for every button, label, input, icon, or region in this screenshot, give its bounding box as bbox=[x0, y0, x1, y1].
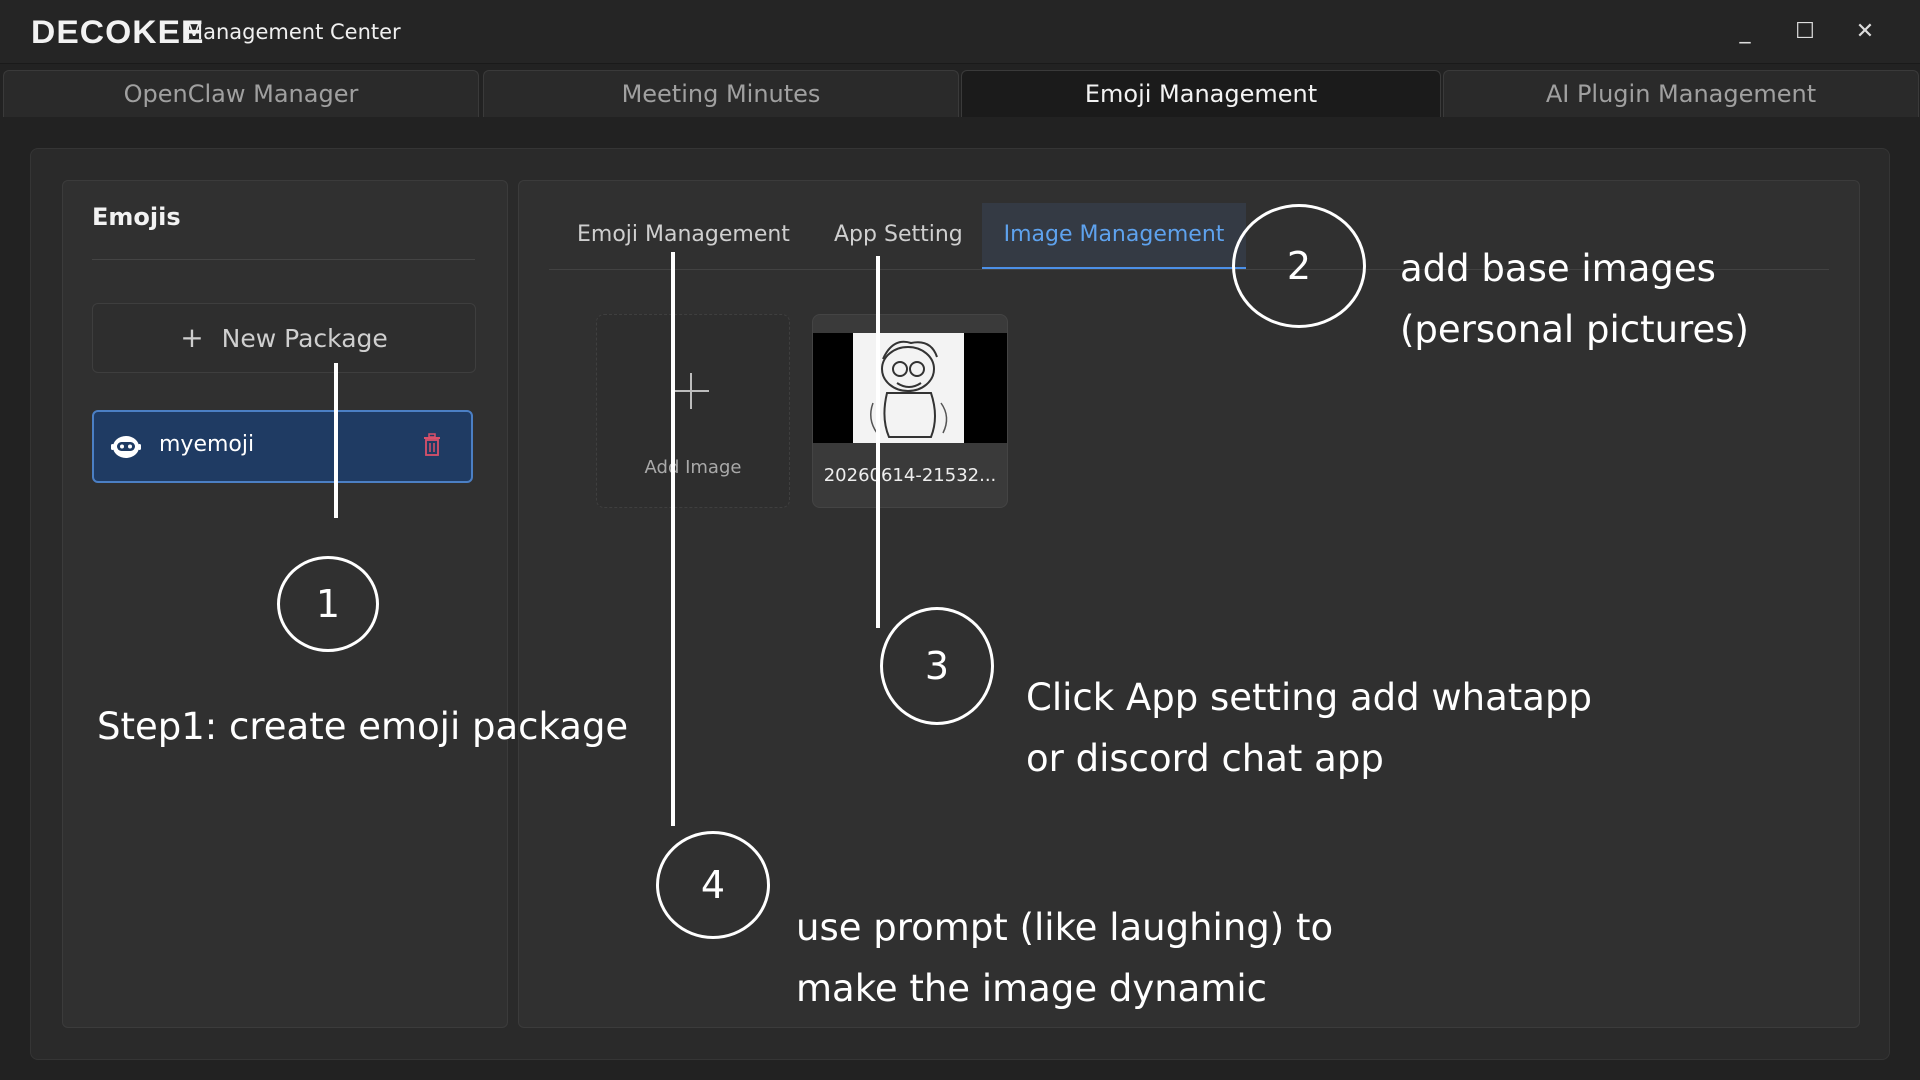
package-item-myemoji[interactable]: myemoji bbox=[92, 410, 473, 483]
subtab-app-setting[interactable]: App Setting bbox=[834, 203, 963, 267]
sidebar-divider bbox=[92, 259, 475, 260]
annotation-circle-4: 4 bbox=[656, 831, 770, 939]
annotation-step4-line2: make the image dynamic bbox=[796, 967, 1268, 1010]
plus-icon: + bbox=[180, 321, 204, 354]
plus-icon bbox=[673, 373, 709, 409]
tab-ai-plugin-management[interactable]: AI Plugin Management bbox=[1443, 70, 1919, 117]
robot-icon bbox=[111, 436, 141, 458]
new-package-button[interactable]: + New Package bbox=[92, 303, 476, 373]
tab-meeting-minutes[interactable]: Meeting Minutes bbox=[483, 70, 959, 117]
title-bar: DECOKEE Management Center _ ☐ ✕ bbox=[0, 0, 1920, 64]
image-file-name: 20260614-21532... bbox=[823, 465, 997, 486]
trash-icon[interactable] bbox=[422, 433, 442, 457]
app-logo: DECOKEE bbox=[31, 14, 205, 50]
image-card[interactable]: 20260614-21532... bbox=[812, 314, 1008, 508]
top-tab-bar: OpenClaw Manager Meeting Minutes Emoji M… bbox=[0, 70, 1920, 117]
annotation-step2-line1: add base images bbox=[1400, 247, 1716, 290]
subtab-emoji-management[interactable]: Emoji Management bbox=[577, 203, 790, 267]
cartoon-thumbnail-image bbox=[853, 333, 964, 443]
annotation-line-3 bbox=[876, 256, 880, 628]
subtab-image-management[interactable]: Image Management bbox=[982, 203, 1246, 270]
annotation-step1-text: Step1: create emoji package bbox=[97, 705, 629, 748]
tab-openclaw-manager[interactable]: OpenClaw Manager bbox=[3, 70, 479, 117]
new-package-label: New Package bbox=[221, 324, 388, 353]
annotation-step3-line1: Click App setting add whatapp bbox=[1026, 676, 1592, 719]
tab-emoji-management[interactable]: Emoji Management bbox=[961, 70, 1441, 117]
add-image-label: Add Image bbox=[644, 457, 742, 478]
annotation-circle-3: 3 bbox=[880, 607, 994, 725]
annotation-circle-2: 2 bbox=[1232, 204, 1366, 328]
annotation-line-4 bbox=[671, 252, 675, 826]
minimize-button[interactable]: _ bbox=[1725, 14, 1765, 50]
sidebar-title: Emojis bbox=[92, 203, 181, 231]
annotation-line-1 bbox=[334, 363, 338, 518]
annotation-step2-line2: (personal pictures) bbox=[1400, 308, 1749, 351]
annotation-step3-line2: or discord chat app bbox=[1026, 737, 1384, 780]
add-image-button[interactable]: Add Image bbox=[596, 314, 790, 508]
package-label: myemoji bbox=[159, 432, 255, 457]
app-window: DECOKEE Management Center _ ☐ ✕ OpenClaw… bbox=[0, 0, 1920, 1080]
annotation-step4-line1: use prompt (like laughing) to bbox=[796, 906, 1334, 949]
annotation-circle-1: 1 bbox=[277, 556, 379, 652]
close-button[interactable]: ✕ bbox=[1845, 14, 1885, 50]
maximize-button[interactable]: ☐ bbox=[1785, 14, 1825, 50]
window-title: Management Center bbox=[185, 20, 401, 44]
